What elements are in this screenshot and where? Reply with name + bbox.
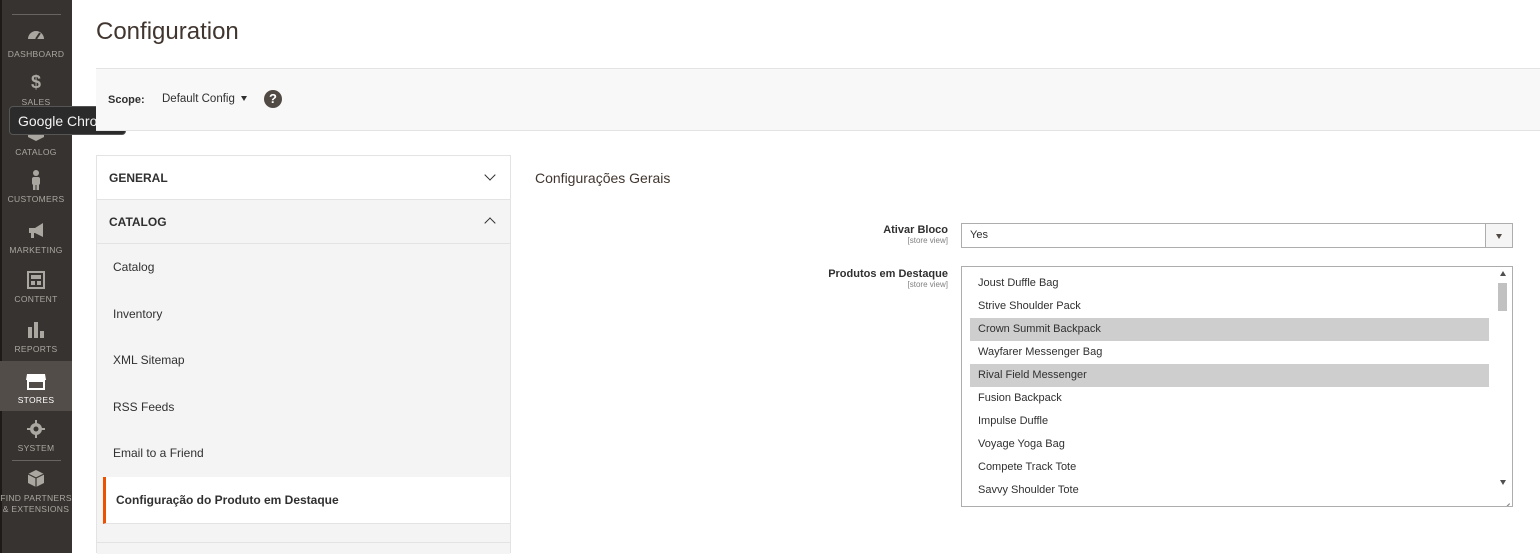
menu-label: SYSTEM <box>17 443 55 453</box>
menu-label: MARKETING <box>9 245 63 255</box>
ativar-bloco-select[interactable]: Yes <box>961 223 1513 248</box>
multiselect-option[interactable]: Savvy Shoulder Tote <box>970 479 1489 502</box>
page-title: Configuration <box>96 18 239 45</box>
multiselect-option[interactable]: Strive Shoulder Pack <box>970 295 1489 318</box>
produtos-destaque-scope: [store view] <box>907 280 948 289</box>
scope-switcher[interactable]: Default Config <box>162 93 247 105</box>
help-icon[interactable]: ? <box>264 90 282 108</box>
chevron-up-icon <box>484 217 496 229</box>
caret-down-icon <box>1496 234 1502 239</box>
menu-item-marketing[interactable]: MARKETING <box>0 220 72 256</box>
multiselect-option[interactable]: Compete Track Tote <box>970 456 1489 479</box>
tab-catalog[interactable]: CATALOG <box>97 200 510 244</box>
box-icon <box>27 470 45 487</box>
multiselect-option[interactable]: Wayfarer Messenger Bag <box>970 341 1489 364</box>
tab-item-inventory[interactable]: Inventory <box>97 291 510 338</box>
caret-down-icon <box>240 96 247 102</box>
dashboard-icon <box>28 31 44 40</box>
ativar-bloco-label: Ativar Bloco <box>883 224 948 236</box>
gear-icon <box>27 420 45 438</box>
multiselect-option[interactable]: Voyage Yoga Bag <box>970 433 1489 456</box>
bar-chart-icon <box>28 322 44 338</box>
config-tabs: GENERAL CATALOG Catalog Inventory XML Si… <box>96 155 511 554</box>
multiselect-option[interactable]: Crown Summit Backpack <box>970 318 1489 341</box>
admin-menu: DASHBOARD $ SALES CATALOG CUSTOMERS MARK… <box>0 0 72 553</box>
tab-item-featured-product-config[interactable]: Configuração do Produto em Destaque <box>103 476 510 524</box>
multiselect-option[interactable]: Rival Field Messenger <box>970 364 1489 387</box>
menu-item-content[interactable]: CONTENT <box>0 269 72 305</box>
person-icon <box>32 170 40 190</box>
menu-item-system[interactable]: SYSTEM <box>0 418 72 454</box>
tab-item-catalog[interactable]: Catalog <box>97 244 510 291</box>
menu-label: CONTENT <box>14 294 58 304</box>
tab-general[interactable]: GENERAL <box>97 156 510 200</box>
ativar-bloco-value: Yes <box>970 229 988 241</box>
menu-label: DASHBOARD <box>7 49 65 59</box>
tabs-next-group <box>97 542 510 554</box>
menu-divider <box>12 460 61 461</box>
menu-item-stores[interactable]: STORES <box>0 361 72 411</box>
megaphone-icon <box>29 223 43 238</box>
tab-item-email-to-friend[interactable]: Email to a Friend <box>97 430 510 477</box>
tab-item-xml-sitemap[interactable]: XML Sitemap <box>97 337 510 384</box>
produtos-destaque-multiselect[interactable]: Joust Duffle Bag Strive Shoulder Pack Cr… <box>961 266 1513 507</box>
scroll-down-icon[interactable] <box>1500 480 1506 485</box>
menu-item-customers[interactable]: CUSTOMERS <box>0 169 72 205</box>
multiselect-option[interactable]: Impulse Duffle <box>970 410 1489 433</box>
menu-item-dashboard[interactable]: DASHBOARD <box>0 24 72 59</box>
multiselect-option[interactable]: Fusion Backpack <box>970 387 1489 410</box>
dollar-icon: $ <box>30 72 41 92</box>
section-title: Configurações Gerais <box>535 170 671 186</box>
tab-item-rss-feeds[interactable]: RSS Feeds <box>97 384 510 431</box>
menu-item-sales[interactable]: $ SALES <box>0 72 72 108</box>
ativar-bloco-scope: [store view] <box>907 236 948 245</box>
menu-label: CATALOG <box>15 147 57 157</box>
select-toggle[interactable] <box>1485 224 1512 247</box>
scroll-up-icon[interactable] <box>1500 271 1506 276</box>
scroll-thumb[interactable] <box>1498 283 1507 311</box>
menu-divider <box>12 14 61 15</box>
resize-handle-icon[interactable] <box>1501 495 1510 504</box>
menu-label: STORES <box>17 395 55 405</box>
menu-item-find-partners[interactable]: FIND PARTNERS & EXTENSIONS <box>0 468 72 515</box>
menu-label: REPORTS <box>14 344 58 354</box>
scope-label: Scope: <box>108 94 145 106</box>
menu-item-reports[interactable]: REPORTS <box>0 319 72 355</box>
menu-label: CUSTOMERS <box>7 194 65 204</box>
store-icon <box>26 374 46 390</box>
scrollbar[interactable] <box>1495 267 1512 506</box>
layout-icon <box>27 271 45 289</box>
produtos-destaque-label: Produtos em Destaque <box>828 268 948 280</box>
chevron-down-icon <box>484 169 496 181</box>
scope-bar: Scope: Default Config ? <box>96 68 1540 131</box>
tab-catalog-label: CATALOG <box>109 215 167 229</box>
catalog-subtabs: Catalog Inventory XML Sitemap RSS Feeds … <box>97 244 510 524</box>
menu-label: FIND PARTNERS & EXTENSIONS <box>0 493 72 514</box>
scope-value: Default Config <box>162 93 235 105</box>
multiselect-option[interactable]: Joust Duffle Bag <box>970 272 1489 295</box>
tab-general-label: GENERAL <box>109 171 168 185</box>
